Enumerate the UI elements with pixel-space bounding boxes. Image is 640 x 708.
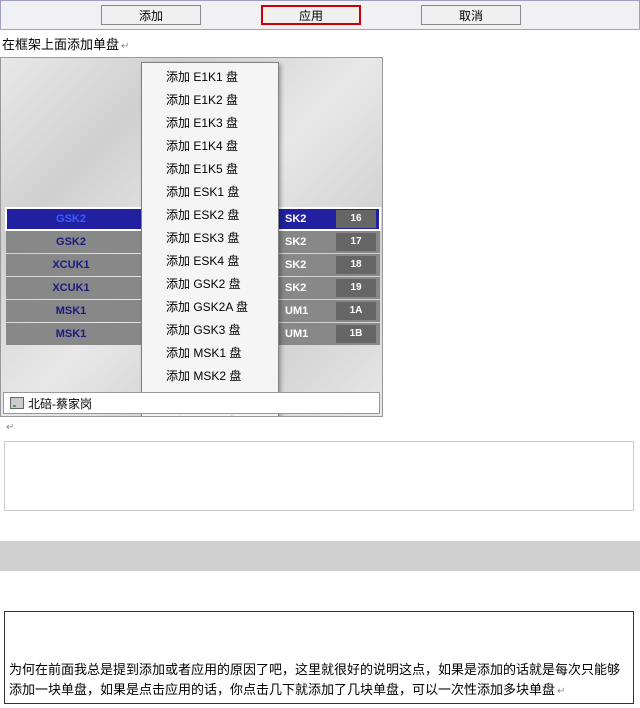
row-number: 18	[336, 256, 376, 274]
explanation-box: 为何在前面我总是提到添加或者应用的原因了吧，这里就很好的说明这点，如果是添加的话…	[4, 611, 634, 704]
row-number: 16	[336, 210, 376, 228]
menu-item-add-board[interactable]: 添加 ESK3 盘	[144, 226, 276, 249]
menu-item-add-board[interactable]: 添加 E1K4 盘	[144, 134, 276, 157]
gray-band	[0, 541, 640, 571]
row-left-label: XCUK1	[6, 259, 136, 271]
menu-item-add-board[interactable]: 添加 ESK4 盘	[144, 249, 276, 272]
app-panel: GSK2SK216GSK2SK217XCUK1SK218XCUK1SK219MS…	[0, 57, 383, 417]
menu-item-add-board[interactable]: 添加 MSK2 盘	[144, 364, 276, 387]
row-number: 19	[336, 279, 376, 297]
row-right-label: SK2	[279, 282, 334, 294]
row-right-label: UM1	[279, 305, 334, 317]
menu-item-add-board[interactable]: 添加 ESK2 盘	[144, 203, 276, 226]
row-right-label: UM1	[279, 328, 334, 340]
row-number: 1A	[336, 302, 376, 320]
cursor-line-1	[0, 417, 640, 435]
menu-item-add-board[interactable]: 添加 GSK3 盘	[144, 318, 276, 341]
explanation-text: 为何在前面我总是提到添加或者应用的原因了吧，这里就很好的说明这点，如果是添加的话…	[9, 662, 620, 697]
row-number: 17	[336, 233, 376, 251]
row-number: 1B	[336, 325, 376, 343]
row-right-label: SK2	[279, 259, 334, 271]
cancel-button[interactable]: 取消	[421, 5, 521, 25]
context-menu: 添加 E1K1 盘添加 E1K2 盘添加 E1K3 盘添加 E1K4 盘添加 E…	[141, 62, 279, 417]
menu-item-add-board[interactable]: 添加 E1K3 盘	[144, 111, 276, 134]
row-right-label: SK2	[279, 213, 334, 225]
row-left-label: GSK2	[6, 213, 136, 225]
menu-item-add-board[interactable]: 添加 ESK1 盘	[144, 180, 276, 203]
caption-text: 在框架上面添加单盘	[0, 30, 640, 57]
apply-button[interactable]: 应用	[261, 5, 361, 25]
menu-item-add-board[interactable]: 添加 MSK1 盘	[144, 341, 276, 364]
blank-box	[4, 441, 634, 511]
disk-icon	[10, 397, 24, 409]
add-button[interactable]: 添加	[101, 5, 201, 25]
dialog-button-bar: 添加 应用 取消	[0, 0, 640, 30]
menu-item-add-board[interactable]: 添加 E1K1 盘	[144, 65, 276, 88]
row-right-label: SK2	[279, 236, 334, 248]
row-left-label: MSK1	[6, 305, 136, 317]
row-left-label: MSK1	[6, 328, 136, 340]
menu-item-add-board[interactable]: 添加 E1K5 盘	[144, 157, 276, 180]
menu-item-add-board[interactable]: 添加 GSK2A 盘	[144, 295, 276, 318]
status-label: 北碚-蔡家岗	[28, 395, 92, 412]
row-left-label: GSK2	[6, 236, 136, 248]
menu-item-add-board[interactable]: 添加 GSK2 盘	[144, 272, 276, 295]
menu-item-add-board[interactable]: 添加 E1K2 盘	[144, 88, 276, 111]
row-left-label: XCUK1	[6, 282, 136, 294]
status-bar: 北碚-蔡家岗	[3, 392, 380, 414]
